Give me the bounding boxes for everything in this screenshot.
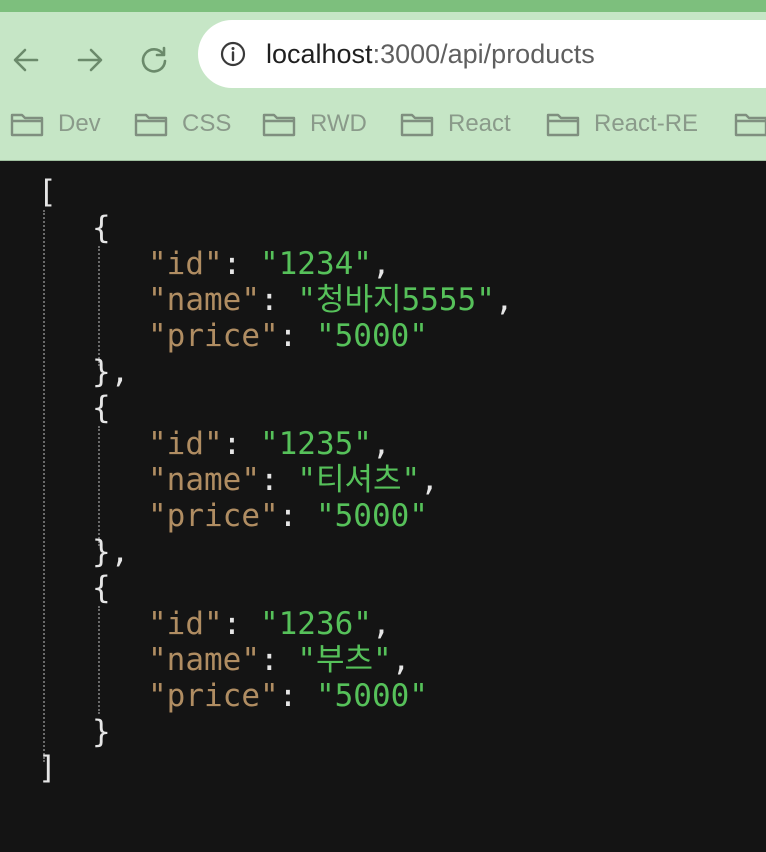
- object-open: {: [92, 210, 111, 246]
- json-line-name: "name": "부츠",: [148, 642, 411, 678]
- object-close: }: [92, 714, 111, 750]
- forward-button[interactable]: [70, 40, 110, 80]
- indent-guide: [98, 606, 100, 714]
- json-value: "1235": [259, 426, 372, 462]
- json-value: "부츠": [297, 642, 392, 678]
- json-value: "5000": [315, 318, 428, 354]
- arrow-right-icon: [77, 48, 103, 72]
- bookmark-label: Dev: [58, 110, 101, 137]
- json-line-id: "id": "1236",: [148, 606, 391, 642]
- json-line-name: "name": "청바지5555",: [148, 282, 514, 318]
- json-key: "id": [148, 426, 223, 462]
- json-key: "id": [148, 246, 223, 282]
- url-host: localhost: [266, 39, 373, 69]
- url-path: :3000/api/products: [372, 39, 595, 69]
- object-open: {: [92, 570, 111, 606]
- bookmark-css[interactable]: CSS: [134, 104, 231, 144]
- back-button[interactable]: [6, 40, 46, 80]
- indent-guide: [98, 246, 100, 366]
- json-value: "5000": [315, 498, 428, 534]
- close-bracket: ]: [38, 750, 57, 786]
- bookmark-more[interactable]: [734, 104, 766, 144]
- url-text[interactable]: localhost:3000/api/products: [266, 20, 595, 88]
- json-line-id: "id": "1235",: [148, 426, 391, 462]
- json-value: "청바지5555": [297, 282, 495, 318]
- bookmark-react[interactable]: React: [400, 104, 511, 144]
- reload-icon: [141, 46, 167, 73]
- open-bracket: [: [38, 174, 57, 210]
- bookmark-dev[interactable]: Dev: [10, 104, 101, 144]
- bookmark-rwd[interactable]: RWD: [262, 104, 367, 144]
- bookmark-label: React-RE: [594, 110, 699, 137]
- bookmark-label: CSS: [182, 110, 232, 137]
- info-circle-icon[interactable]: [220, 41, 246, 67]
- folder-icon: [134, 113, 168, 137]
- json-value: "티셔츠": [297, 462, 421, 498]
- bookmark-label: RWD: [310, 110, 367, 137]
- json-key: "price": [148, 498, 279, 534]
- folder-icon: [734, 113, 766, 137]
- indent-guide: [43, 210, 45, 762]
- folder-icon: [10, 113, 44, 137]
- reload-button[interactable]: [134, 40, 174, 80]
- json-key: "name": [148, 642, 260, 678]
- json-key: "name": [148, 282, 260, 318]
- json-key: "price": [148, 318, 279, 354]
- json-value: "5000": [315, 678, 428, 714]
- json-line-price: "price": "5000": [148, 318, 428, 354]
- folder-icon: [400, 113, 434, 137]
- json-line-id: "id": "1234",: [148, 246, 391, 282]
- json-viewer: [ { "id": "1234", "name": "청바지5555", "pr…: [0, 162, 766, 852]
- arrow-left-icon: [13, 48, 39, 72]
- window-top-strip: [0, 0, 766, 12]
- bookmarks-bar: Dev CSS RWD React React-RE: [0, 104, 766, 144]
- json-key: "price": [148, 678, 279, 714]
- json-line-name: "name": "티셔츠",: [148, 462, 439, 498]
- json-line-price: "price": "5000": [148, 498, 428, 534]
- json-value: "1234": [259, 246, 372, 282]
- object-open: {: [92, 390, 111, 426]
- json-key: "id": [148, 606, 223, 642]
- browser-toolbar: localhost:3000/api/products Dev CSS RWD …: [0, 12, 766, 161]
- object-close: },: [92, 354, 130, 390]
- bookmark-label: React: [448, 110, 511, 137]
- address-bar[interactable]: localhost:3000/api/products: [198, 20, 766, 88]
- object-close: },: [92, 534, 130, 570]
- json-line-price: "price": "5000": [148, 678, 428, 714]
- folder-icon: [546, 113, 580, 137]
- json-value: "1236": [259, 606, 372, 642]
- bookmark-react-re[interactable]: React-RE: [546, 104, 698, 144]
- json-key: "name": [148, 462, 260, 498]
- indent-guide: [98, 426, 100, 546]
- folder-icon: [262, 113, 296, 137]
